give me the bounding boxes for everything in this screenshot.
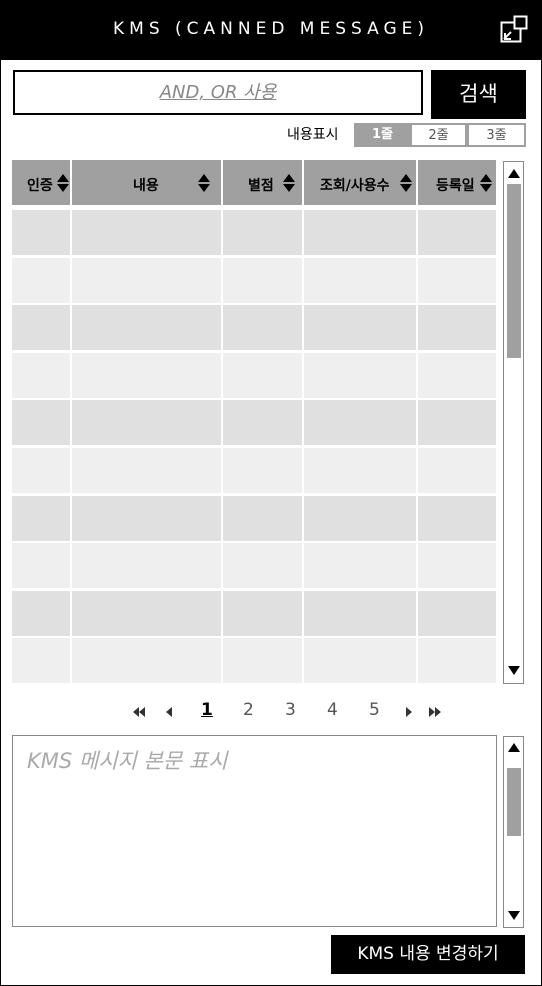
table-cell: [12, 495, 70, 541]
message-placeholder: KMS 메시지 본문 표시: [27, 749, 228, 773]
table-cell: [304, 638, 416, 684]
column-header-label: 등록일: [436, 178, 475, 194]
page-3[interactable]: 3: [285, 700, 296, 720]
message-body-area[interactable]: KMS 메시지 본문 표시: [12, 735, 497, 927]
table-cell: [12, 448, 70, 493]
column-header-content[interactable]: 내용: [72, 160, 221, 205]
column-header-views[interactable]: 조회/사용수: [304, 160, 416, 205]
page-5[interactable]: 5: [369, 700, 380, 720]
search-button[interactable]: 검색: [431, 70, 526, 119]
page-1[interactable]: 1: [201, 700, 213, 720]
table-cell: [304, 590, 416, 636]
table-cell: [223, 543, 302, 589]
table-cell: [304, 543, 416, 589]
message-scroll-thumb[interactable]: [507, 768, 521, 836]
last-page-icon[interactable]: [428, 700, 442, 724]
table-cell: [418, 352, 496, 398]
column-header-date[interactable]: 등록일: [418, 160, 496, 205]
table-cell: [12, 352, 70, 398]
scroll-down-arrow-icon[interactable]: [508, 911, 520, 920]
table-cell: [418, 590, 496, 636]
column-header-label: 조회/사용수: [320, 178, 390, 194]
table-cell: [304, 210, 416, 255]
table-cell: [223, 590, 302, 636]
table-cell: [12, 305, 70, 351]
table-cell: [12, 400, 70, 446]
column-header-verified[interactable]: 인증: [12, 160, 70, 205]
table-cell: [223, 448, 302, 493]
sort-icon: [480, 174, 492, 192]
display-option-1-line[interactable]: 1줄: [354, 123, 411, 147]
display-lines-label: 내용표시: [287, 127, 339, 143]
sort-icon: [400, 174, 412, 192]
table-cell: [72, 305, 221, 351]
table-cell: [223, 210, 302, 255]
table-cell: [223, 400, 302, 446]
table-cell: [72, 352, 221, 398]
table-cell: [223, 305, 302, 351]
page-2[interactable]: 2: [243, 700, 254, 720]
table-cell: [304, 305, 416, 351]
table-cell: [72, 495, 221, 541]
scroll-down-arrow-icon[interactable]: [508, 666, 520, 675]
table-cell: [12, 638, 70, 684]
first-page-icon[interactable]: [132, 700, 146, 724]
table-cell: [304, 257, 416, 303]
table-cell: [72, 448, 221, 493]
sort-icon: [57, 174, 69, 192]
display-option-2-lines[interactable]: 2줄: [410, 123, 467, 147]
scroll-up-arrow-icon[interactable]: [508, 743, 520, 752]
page-4[interactable]: 4: [327, 700, 338, 720]
table-cell: [72, 210, 221, 255]
scroll-up-arrow-icon[interactable]: [508, 169, 520, 178]
table-cell: [223, 352, 302, 398]
popout-icon[interactable]: [500, 15, 528, 43]
table-cell: [223, 495, 302, 541]
table-cell: [72, 400, 221, 446]
search-input[interactable]: AND, OR 사용: [13, 70, 423, 115]
table-cell: [223, 638, 302, 684]
window-title: KMS (CANNED MESSAGE): [113, 19, 429, 39]
table-cell: [418, 400, 496, 446]
sort-icon: [198, 174, 210, 192]
next-page-icon[interactable]: [405, 700, 413, 724]
table-cell: [223, 257, 302, 303]
table-cell: [418, 495, 496, 541]
table-cell: [72, 590, 221, 636]
table-cell: [304, 448, 416, 493]
table-cell: [72, 257, 221, 303]
message-scrollbar[interactable]: [503, 736, 524, 928]
title-bar: KMS (CANNED MESSAGE): [0, 0, 542, 60]
kms-change-button[interactable]: KMS 내용 변경하기: [331, 935, 525, 974]
table-cell: [418, 638, 496, 684]
table-cell: [418, 305, 496, 351]
table-cell: [304, 352, 416, 398]
table-cell: [304, 495, 416, 541]
table-scroll-thumb[interactable]: [507, 184, 521, 358]
column-header-label: 내용: [133, 178, 159, 194]
table-cell: [12, 590, 70, 636]
table-cell: [304, 400, 416, 446]
table-cell: [72, 638, 221, 684]
display-option-3-lines[interactable]: 3줄: [467, 123, 526, 147]
table-cell: [418, 210, 496, 255]
table-cell: [418, 543, 496, 589]
kms-table: 인증 내용 별점 조회/사용수 등록일: [12, 160, 496, 684]
table-cell: [12, 543, 70, 589]
table-cell: [12, 257, 70, 303]
table-cell: [12, 210, 70, 255]
table-scrollbar[interactable]: [503, 161, 524, 684]
column-header-rating[interactable]: 별점: [223, 160, 302, 205]
column-header-label: 인증: [27, 178, 53, 194]
table-cell: [72, 543, 221, 589]
sort-icon: [283, 174, 295, 192]
table-cell: [418, 448, 496, 493]
table-cell: [418, 257, 496, 303]
column-header-label: 별점: [248, 178, 274, 194]
prev-page-icon[interactable]: [165, 700, 173, 724]
